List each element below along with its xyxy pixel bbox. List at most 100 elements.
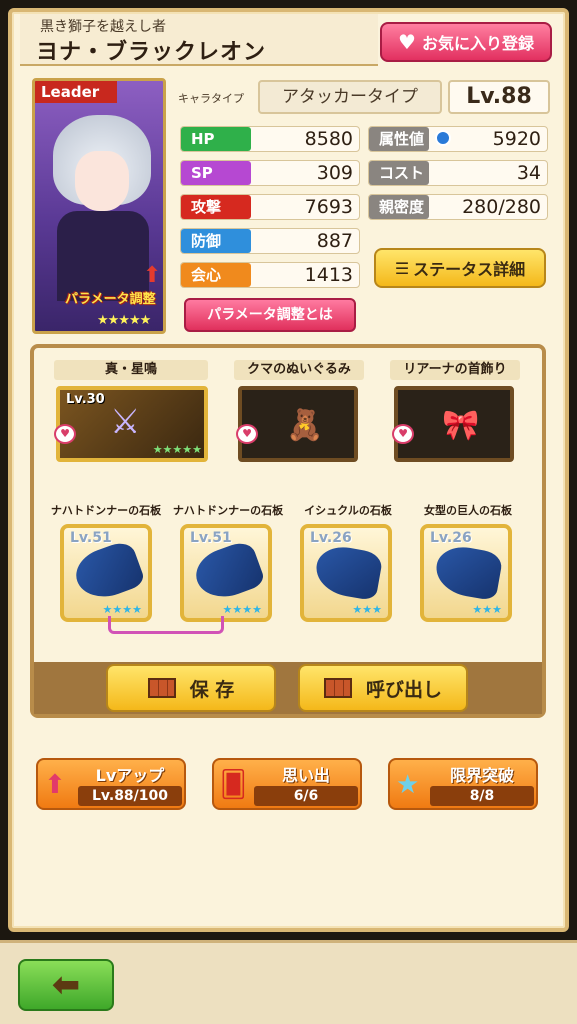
slate4-level: Lv.26 bbox=[430, 530, 472, 546]
leader-tag: Leader bbox=[35, 81, 117, 103]
equip-accessory1-slot[interactable]: 🧸 ♥ bbox=[236, 386, 358, 462]
character-header: 黒き獅子を越えし者 ヨナ・ブラックレオン bbox=[20, 14, 378, 66]
slate3-slot[interactable]: Lv.26 ★★★ bbox=[300, 524, 392, 622]
stat-hp-value: 8580 bbox=[304, 128, 353, 150]
stat-sp-value: 309 bbox=[316, 162, 353, 184]
heart-icon: ♥ bbox=[54, 424, 76, 444]
type-label: キャラタイプ bbox=[178, 92, 244, 105]
character-epithet: 黒き獅子を越えし者 bbox=[40, 19, 166, 35]
sword-icon: ⚔ bbox=[110, 402, 141, 442]
memory-button[interactable]: 🂠 思い出 6/6 bbox=[212, 758, 362, 810]
level-up-button[interactable]: ⬆ Lvアップ Lv.88/100 bbox=[36, 758, 186, 810]
favorite-label: お気に入り登録 bbox=[421, 34, 534, 53]
load-button[interactable]: 呼び出し bbox=[298, 664, 468, 712]
save-label: 保 存 bbox=[189, 678, 235, 701]
stat-crit: 会心 1413 bbox=[180, 262, 360, 288]
param-about-button[interactable]: パラメータ調整とは bbox=[184, 298, 356, 332]
heart-icon: ♥ bbox=[398, 30, 416, 54]
level-up-value: Lv.88/100 bbox=[78, 786, 182, 806]
stat-attribute: 属性値 5920 bbox=[368, 126, 548, 152]
limit-break-label: 限界突破 bbox=[449, 766, 514, 785]
stat-atk: 攻撃 7693 bbox=[180, 194, 360, 220]
slate2-stars: ★★★★ bbox=[222, 603, 262, 616]
brick-icon bbox=[323, 678, 352, 698]
slate3-level: Lv.26 bbox=[310, 530, 352, 546]
slate2-label: ナハトドンナーの石板 bbox=[172, 504, 284, 517]
stat-hp-label: HP bbox=[181, 127, 251, 151]
list-icon: ☰ bbox=[394, 258, 410, 278]
stat-crit-value: 1413 bbox=[304, 264, 353, 286]
stat-hp: HP 8580 bbox=[180, 126, 360, 152]
equip-accessory2-slot[interactable]: 🎀 ♥ bbox=[392, 386, 514, 462]
status-detail-label: ステータス詳細 bbox=[413, 260, 526, 279]
equip-weapon-level: Lv.30 bbox=[66, 392, 105, 407]
level-value: Lv.88 bbox=[448, 80, 550, 114]
slate2-slot[interactable]: Lv.51 ★★★★ bbox=[180, 524, 272, 622]
stat-sp-label: SP bbox=[181, 161, 251, 185]
stat-attribute-value: 5920 bbox=[492, 128, 541, 150]
portrait-face bbox=[75, 151, 129, 211]
slate-fan-icon bbox=[189, 538, 267, 606]
equip-weapon-stars: ★★★★★ bbox=[152, 443, 202, 456]
arrow-up-icon: ⬆ bbox=[143, 263, 162, 288]
type-value: アタッカータイプ bbox=[258, 80, 442, 114]
slate3-label: イシュクルの石板 bbox=[304, 504, 392, 517]
stat-cost-value: 34 bbox=[516, 162, 541, 184]
param-adjust-label: パラメータ調整 bbox=[65, 292, 156, 307]
stat-def-value: 887 bbox=[316, 230, 353, 252]
water-drop-icon bbox=[435, 130, 451, 146]
equip-weapon-slot[interactable]: Lv.30 ⚔ ♥ ★★★★★ bbox=[54, 386, 208, 462]
save-button[interactable]: 保 存 bbox=[106, 664, 276, 712]
memory-label: 思い出 bbox=[281, 766, 330, 785]
level-up-label: Lvアップ bbox=[95, 766, 165, 785]
slate-fan-icon bbox=[432, 542, 504, 602]
stat-cost: コスト 34 bbox=[368, 160, 548, 186]
equip-accessory2-label: リアーナの首飾り bbox=[390, 360, 520, 380]
stat-crit-label: 会心 bbox=[181, 263, 251, 287]
necklace-icon: 🎀 bbox=[442, 408, 480, 443]
brick-icon bbox=[147, 678, 176, 698]
status-detail-button[interactable]: ☰ ステータス詳細 bbox=[374, 248, 546, 288]
memory-value: 6/6 bbox=[254, 786, 358, 806]
stat-atk-value: 7693 bbox=[304, 196, 353, 218]
favorite-button[interactable]: ♥ お気に入り登録 bbox=[380, 22, 552, 62]
slate1-label: ナハトドンナーの石板 bbox=[50, 504, 162, 517]
slate4-stars: ★★★ bbox=[472, 603, 502, 616]
equip-weapon-label: 真・星鳴 bbox=[54, 360, 208, 380]
slate1-level: Lv.51 bbox=[70, 530, 112, 546]
stat-atk-label: 攻撃 bbox=[181, 195, 251, 219]
slate-link-indicator bbox=[108, 616, 224, 634]
back-button[interactable]: ⬅ bbox=[18, 959, 114, 1011]
arrow-left-icon: ⬅ bbox=[51, 965, 81, 1005]
slate-fan-icon bbox=[69, 538, 147, 606]
slate-fan-icon bbox=[312, 542, 384, 602]
slate4-label: 女型の巨人の石板 bbox=[424, 504, 512, 517]
footer-bar: ⬅ bbox=[0, 940, 577, 1024]
star-icon: ★ bbox=[396, 770, 420, 800]
stat-attribute-label: 属性値 bbox=[369, 127, 429, 151]
slate2-level: Lv.51 bbox=[190, 530, 232, 546]
card-icon: 🂠 bbox=[220, 770, 247, 800]
stat-def-label: 防御 bbox=[181, 229, 251, 253]
equip-accessory1-label: クマのぬいぐるみ bbox=[234, 360, 364, 380]
character-portrait[interactable]: Leader ⬆ パラメータ調整 ★★★★★ bbox=[32, 78, 166, 334]
arrow-up-icon: ⬆ bbox=[44, 770, 66, 800]
stat-intimacy-value: 280/280 bbox=[462, 196, 541, 218]
heart-icon: ♥ bbox=[236, 424, 258, 444]
stat-sp: SP 309 bbox=[180, 160, 360, 186]
slate1-slot[interactable]: Lv.51 ★★★★ bbox=[60, 524, 152, 622]
rarity-stars: ★★★★★ bbox=[97, 313, 151, 328]
character-name: ヨナ・ブラックレオン bbox=[36, 40, 267, 65]
slate3-stars: ★★★ bbox=[352, 603, 382, 616]
limit-break-value: 8/8 bbox=[430, 786, 534, 806]
slate1-stars: ★★★★ bbox=[102, 603, 142, 616]
stat-cost-label: コスト bbox=[369, 161, 429, 185]
load-label: 呼び出し bbox=[365, 678, 442, 701]
heart-icon: ♥ bbox=[392, 424, 414, 444]
stat-def: 防御 887 bbox=[180, 228, 360, 254]
stat-intimacy: 親密度 280/280 bbox=[368, 194, 548, 220]
slate4-slot[interactable]: Lv.26 ★★★ bbox=[420, 524, 512, 622]
limit-break-button[interactable]: ★ 限界突破 8/8 bbox=[388, 758, 538, 810]
stat-intimacy-label: 親密度 bbox=[369, 195, 429, 219]
teddy-bear-icon: 🧸 bbox=[286, 408, 324, 443]
